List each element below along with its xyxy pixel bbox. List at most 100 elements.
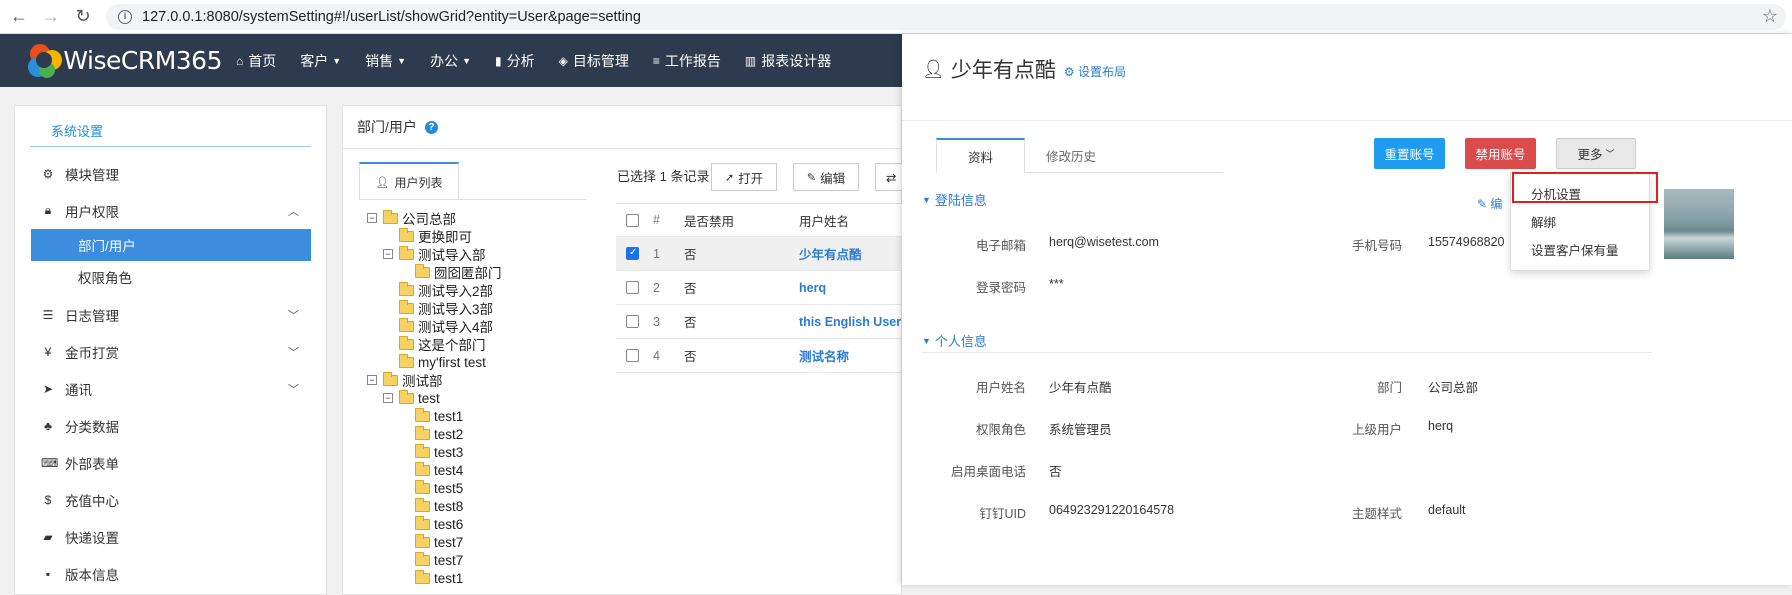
row-checkbox[interactable] bbox=[626, 349, 639, 362]
sidebar-item-recharge[interactable]: $ 充值中心 bbox=[15, 481, 326, 518]
tree-node[interactable]: − 公司总部 bbox=[367, 209, 456, 227]
user-link[interactable]: this English User bbox=[799, 315, 901, 329]
tree-node-label: my'first test bbox=[418, 354, 486, 370]
more-button[interactable]: 更多 ﹀ bbox=[1556, 138, 1636, 169]
row-checkbox[interactable] bbox=[626, 281, 639, 294]
row-checkbox[interactable] bbox=[626, 315, 639, 328]
tree-node[interactable]: − 测试导入部 bbox=[383, 245, 486, 263]
collapse-toggle-icon[interactable]: − bbox=[383, 393, 393, 403]
nav-home[interactable]: ⌂ 首页 bbox=[224, 34, 288, 87]
sidebar-item-forms[interactable]: ⌨ 外部表单 bbox=[15, 444, 326, 481]
select-all-checkbox[interactable] bbox=[626, 213, 639, 227]
chevron-down-icon: ﹀ bbox=[1605, 149, 1615, 159]
bar-chart-icon: ▮ bbox=[495, 53, 502, 68]
sidebar-item-comm[interactable]: ➤ 通讯 ﹀ bbox=[15, 370, 326, 407]
help-icon[interactable]: ? bbox=[424, 120, 438, 134]
tree-node[interactable]: test5 bbox=[399, 479, 463, 497]
layout-link[interactable]: ⚙ 设置布局 bbox=[1064, 63, 1126, 80]
tree-node[interactable]: test1 bbox=[399, 569, 463, 587]
sidebar-item-modules[interactable]: ⚙ 模块管理 bbox=[15, 155, 326, 192]
tree-node[interactable]: 更换即可 bbox=[383, 227, 472, 245]
site-info-icon[interactable]: i bbox=[118, 9, 132, 24]
sidebar-subitem-roles[interactable]: 权限角色 bbox=[31, 261, 311, 293]
sidebar-item-express[interactable]: ▰ 快递设置 bbox=[15, 518, 326, 555]
collapse-toggle-icon[interactable]: − bbox=[383, 249, 393, 259]
tab-profile[interactable]: 资料 bbox=[936, 138, 1025, 173]
table-row[interactable]: 2 否 herq bbox=[616, 271, 906, 305]
user-link[interactable]: 测试名称 bbox=[799, 346, 849, 365]
tree-node[interactable]: test3 bbox=[399, 443, 463, 461]
menu-item-customer-quota[interactable]: 设置客户保有量 bbox=[1511, 235, 1649, 263]
tab-user-list[interactable]: 👤︎ 用户列表 bbox=[359, 162, 459, 200]
superior-label: 上级用户 bbox=[1351, 423, 1402, 437]
tree-node-label: 公司总部 bbox=[402, 212, 456, 227]
sidebar-item-logs[interactable]: ☰ 日志管理 ﹀ bbox=[15, 296, 326, 333]
nav-report-designer[interactable]: ▥ 报表设计器 bbox=[733, 34, 843, 87]
nav-target[interactable]: ◈ 目标管理 bbox=[547, 34, 641, 87]
row-checkbox[interactable] bbox=[626, 247, 639, 260]
table-row[interactable]: 3 否 this English User bbox=[616, 305, 906, 339]
address-bar[interactable]: i 127.0.0.1:8080/systemSetting#!/userLis… bbox=[106, 3, 1786, 30]
tree-node-label: test7 bbox=[434, 534, 464, 550]
collapse-toggle-icon[interactable]: − bbox=[367, 375, 377, 385]
reset-account-button[interactable]: 重置账号 bbox=[1374, 138, 1445, 169]
browser-bar: ← → ↻ i 127.0.0.1:8080/systemSetting#!/u… bbox=[0, 0, 1792, 34]
sidebar-subitem-dept-users[interactable]: 部门/用户 bbox=[31, 229, 311, 261]
menu-item-unbind[interactable]: 解绑 bbox=[1511, 207, 1649, 235]
nav-report[interactable]: ≡ 工作报告 bbox=[641, 34, 733, 87]
tree-node[interactable]: test2 bbox=[399, 425, 463, 443]
sitemap-icon: ♣ bbox=[44, 418, 52, 433]
back-icon[interactable]: ← bbox=[6, 4, 32, 30]
logo[interactable]: WiseCRM365 bbox=[26, 42, 222, 80]
tree-node[interactable]: test7 bbox=[399, 551, 463, 569]
nav-analysis[interactable]: ▮ 分析 bbox=[483, 34, 547, 87]
user-link[interactable]: 少年有点酷 bbox=[799, 244, 862, 263]
chevron-up-icon: ︿ bbox=[288, 205, 299, 218]
table-row[interactable]: 1 否 少年有点酷 bbox=[616, 237, 906, 271]
reload-icon[interactable]: ↻ bbox=[70, 4, 96, 30]
folder-icon bbox=[415, 479, 430, 494]
section-personal[interactable]: ▼ 个人信息 bbox=[922, 331, 987, 350]
tree-node-label: 更换即可 bbox=[418, 230, 472, 245]
sidebar-item-permissions[interactable]: 🔒︎ 用户权限 ︿ bbox=[15, 192, 326, 229]
tree-node[interactable]: 测试导入3部 bbox=[383, 299, 493, 317]
sidebar-item-version[interactable]: ▪ 版本信息 bbox=[15, 555, 326, 592]
tree-node[interactable]: test6 bbox=[399, 515, 463, 533]
disable-account-button[interactable]: 禁用账号 bbox=[1465, 138, 1536, 169]
edit-button[interactable]: ✎ 编辑 bbox=[793, 163, 859, 191]
panel-title: 部门/用户 bbox=[357, 119, 417, 135]
tree-node[interactable]: test7 bbox=[399, 533, 463, 551]
collapse-toggle-icon[interactable]: − bbox=[367, 213, 377, 223]
forward-icon[interactable]: → bbox=[38, 4, 64, 30]
tree-node[interactable]: 这是个部门 bbox=[383, 335, 486, 353]
section-login[interactable]: ▼ 登陆信息 bbox=[922, 190, 987, 209]
tree-node[interactable]: − 测试部 bbox=[367, 371, 443, 389]
folder-icon bbox=[415, 443, 430, 458]
tab-history[interactable]: 修改历史 bbox=[1036, 138, 1106, 173]
tree-node[interactable]: my'first test bbox=[383, 353, 486, 371]
tree-node[interactable]: test1 bbox=[399, 407, 463, 425]
user-link[interactable]: herq bbox=[799, 281, 826, 295]
tree-node[interactable]: test4 bbox=[399, 461, 463, 479]
table-row[interactable]: 4 否 测试名称 bbox=[616, 339, 906, 373]
tree-node[interactable]: 囫囵匿部门 bbox=[399, 263, 502, 281]
email-label: 电子邮箱 bbox=[975, 239, 1026, 253]
tree-node[interactable]: 测试导入4部 bbox=[383, 317, 493, 335]
tree-node-label: test6 bbox=[434, 516, 464, 532]
edit-info-link[interactable]: ✎ 编 bbox=[1477, 195, 1502, 212]
tree-node-label: test7 bbox=[434, 552, 464, 568]
nav-sales[interactable]: 销售 ▼ bbox=[353, 34, 418, 87]
open-button[interactable]: ➚ 打开 bbox=[711, 163, 777, 191]
role-value: 系统管理员 bbox=[1049, 423, 1112, 437]
tree-node[interactable]: test8 bbox=[399, 497, 463, 515]
folder-icon bbox=[399, 299, 414, 314]
tree-node[interactable]: 测试导入2部 bbox=[383, 281, 493, 299]
sidebar-item-category[interactable]: ♣ 分类数据 bbox=[15, 407, 326, 444]
tree-node[interactable]: − test bbox=[383, 389, 440, 407]
nav-office[interactable]: 办公 ▼ bbox=[418, 34, 483, 87]
sidebar-item-coins[interactable]: ¥ 金币打赏 ﹀ bbox=[15, 333, 326, 370]
bookmark-star-icon[interactable]: ☆ bbox=[1762, 6, 1778, 27]
username-label: 用户姓名 bbox=[975, 381, 1026, 395]
lock-icon: 🔒︎ bbox=[44, 203, 52, 217]
nav-customer[interactable]: 客户 ▼ bbox=[288, 34, 353, 87]
